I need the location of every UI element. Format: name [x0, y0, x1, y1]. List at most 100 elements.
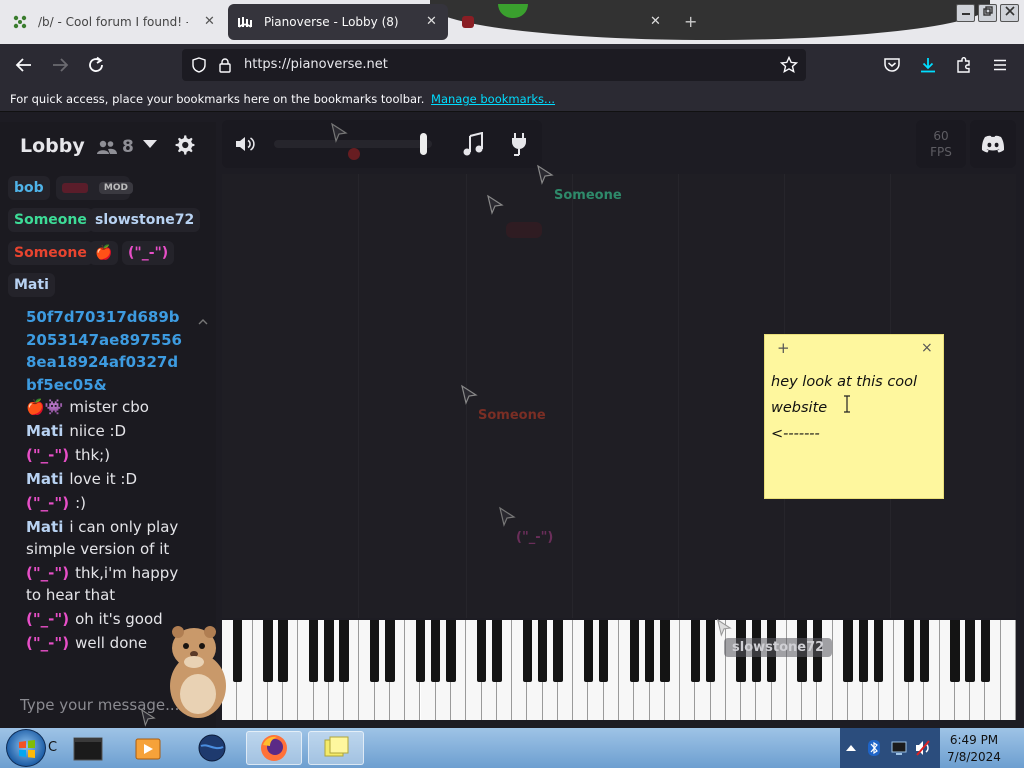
black-key[interactable]	[369, 620, 380, 682]
chevron-up-icon[interactable]	[844, 741, 858, 755]
url-bar[interactable]: https://pianoverse.net	[182, 49, 806, 81]
black-key[interactable]	[537, 620, 548, 682]
black-key[interactable]	[644, 620, 655, 682]
user-pill[interactable]: Someone	[8, 208, 93, 232]
black-key[interactable]	[629, 620, 639, 682]
tab-random-forum[interactable]: /b/ - Cool forum I found! - Random ✕	[6, 4, 220, 40]
chat-nick[interactable]: ("_-")	[26, 494, 69, 512]
chevron-up-icon[interactable]	[198, 318, 208, 329]
taskbar-firefox[interactable]	[246, 731, 302, 765]
tab-close-icon[interactable]: ✕	[204, 14, 215, 29]
bookmark-star-icon[interactable]	[780, 56, 798, 74]
black-key[interactable]	[308, 620, 319, 682]
black-key[interactable]	[705, 620, 716, 682]
close-window-button[interactable]	[1000, 4, 1019, 22]
music-note-icon[interactable]	[462, 132, 484, 156]
taskbar-sticky-notes[interactable]	[308, 731, 364, 765]
bluetooth-icon[interactable]	[866, 739, 882, 757]
user-pill[interactable]: 🍎	[89, 241, 119, 265]
volume-slider[interactable]	[274, 133, 432, 155]
chat-message: ("_-") thk,i'm happy to hear that	[26, 562, 186, 606]
black-key[interactable]	[415, 620, 426, 682]
speaker-icon[interactable]	[914, 739, 932, 757]
black-key[interactable]	[431, 620, 441, 682]
black-key[interactable]	[583, 620, 594, 682]
black-key[interactable]	[690, 620, 701, 682]
black-key[interactable]	[263, 620, 273, 682]
taskbar-terminal[interactable]	[60, 731, 116, 765]
extensions-button[interactable]	[951, 53, 977, 77]
black-key[interactable]	[873, 620, 884, 682]
black-key[interactable]	[980, 620, 991, 682]
black-key[interactable]	[858, 620, 869, 682]
white-key[interactable]	[1000, 620, 1016, 720]
minimize-button[interactable]	[956, 4, 975, 22]
black-key[interactable]	[950, 620, 960, 682]
black-key[interactable]	[522, 620, 533, 682]
black-key[interactable]	[660, 620, 670, 682]
user-pill[interactable]: Someone	[8, 241, 93, 265]
user-pill[interactable]: Mati	[8, 273, 55, 297]
black-key[interactable]	[598, 620, 609, 682]
user-pill[interactable]: MOD	[56, 176, 133, 200]
black-key[interactable]	[553, 620, 563, 682]
black-key[interactable]	[843, 620, 853, 682]
lock-icon[interactable]	[216, 56, 234, 74]
user-pill[interactable]: slowstone72	[89, 208, 201, 232]
forward-button[interactable]	[47, 53, 73, 77]
tab-close-icon[interactable]: ✕	[426, 14, 437, 29]
plug-icon[interactable]	[508, 132, 530, 156]
reload-button[interactable]	[83, 53, 109, 77]
black-key[interactable]	[446, 620, 456, 682]
taskbar-media-player[interactable]	[120, 731, 176, 765]
black-key[interactable]	[324, 620, 334, 682]
new-tab-button[interactable]: +	[684, 12, 697, 31]
menu-button[interactable]	[987, 53, 1013, 77]
black-key[interactable]	[965, 620, 975, 682]
volume-slider-thumb[interactable]	[420, 133, 427, 155]
volume-icon[interactable]	[234, 134, 256, 154]
system-clock[interactable]: 6:49 PM 7/8/2024	[940, 732, 1008, 766]
chat-link[interactable]: 50f7d70317d689b2053147ae8975568ea18924af…	[26, 306, 182, 396]
black-key[interactable]	[385, 620, 395, 682]
chat-nick[interactable]: ("_-")	[26, 610, 69, 628]
user-name: Someone	[14, 245, 87, 261]
chat-nick[interactable]: Mati	[26, 518, 63, 536]
gear-icon[interactable]	[174, 134, 196, 156]
chat-nick[interactable]: 🍎👾	[26, 398, 63, 416]
chat-nick[interactable]: Mati	[26, 422, 63, 440]
chevron-down-icon[interactable]	[142, 138, 158, 150]
chat-nick[interactable]: ("_-")	[26, 446, 69, 464]
add-note-button[interactable]: +	[777, 339, 790, 357]
restore-button[interactable]	[978, 4, 997, 22]
tab-close-icon[interactable]: ✕	[650, 14, 661, 29]
chat-nick[interactable]: Mati	[26, 470, 63, 488]
user-pill[interactable]: ("_-")	[122, 241, 175, 265]
url-text[interactable]: https://pianoverse.net	[244, 57, 388, 72]
black-key[interactable]	[476, 620, 487, 682]
room-selector[interactable]: Lobby 8	[8, 126, 210, 166]
tab-other[interactable]: ✕	[458, 4, 668, 40]
back-button[interactable]	[11, 53, 37, 77]
tab-pianoverse[interactable]: Pianoverse - Lobby (8) ✕	[228, 4, 448, 40]
pocket-button[interactable]	[879, 53, 905, 77]
user-pill[interactable]: bob	[8, 176, 50, 200]
taskbar-globe[interactable]	[184, 731, 240, 765]
black-key[interactable]	[278, 620, 288, 682]
note-text[interactable]: hey look at this cool website <-------	[771, 369, 937, 447]
black-key[interactable]	[492, 620, 502, 682]
black-key[interactable]	[904, 620, 914, 682]
discord-button[interactable]	[970, 120, 1016, 168]
chat-nick[interactable]: ("_-")	[26, 634, 69, 652]
start-button[interactable]	[6, 729, 46, 767]
network-icon[interactable]	[890, 739, 908, 757]
shield-icon[interactable]	[190, 56, 208, 74]
piano-keyboard[interactable]	[222, 620, 1016, 720]
sticky-note[interactable]: + × hey look at this cool website <-----…	[764, 334, 944, 499]
black-key[interactable]	[339, 620, 349, 682]
downloads-button[interactable]	[915, 53, 941, 77]
close-note-button[interactable]: ×	[921, 340, 933, 356]
manage-bookmarks-link[interactable]: Manage bookmarks...	[431, 92, 555, 106]
black-key[interactable]	[919, 620, 930, 682]
chat-nick[interactable]: ("_-")	[26, 564, 69, 582]
